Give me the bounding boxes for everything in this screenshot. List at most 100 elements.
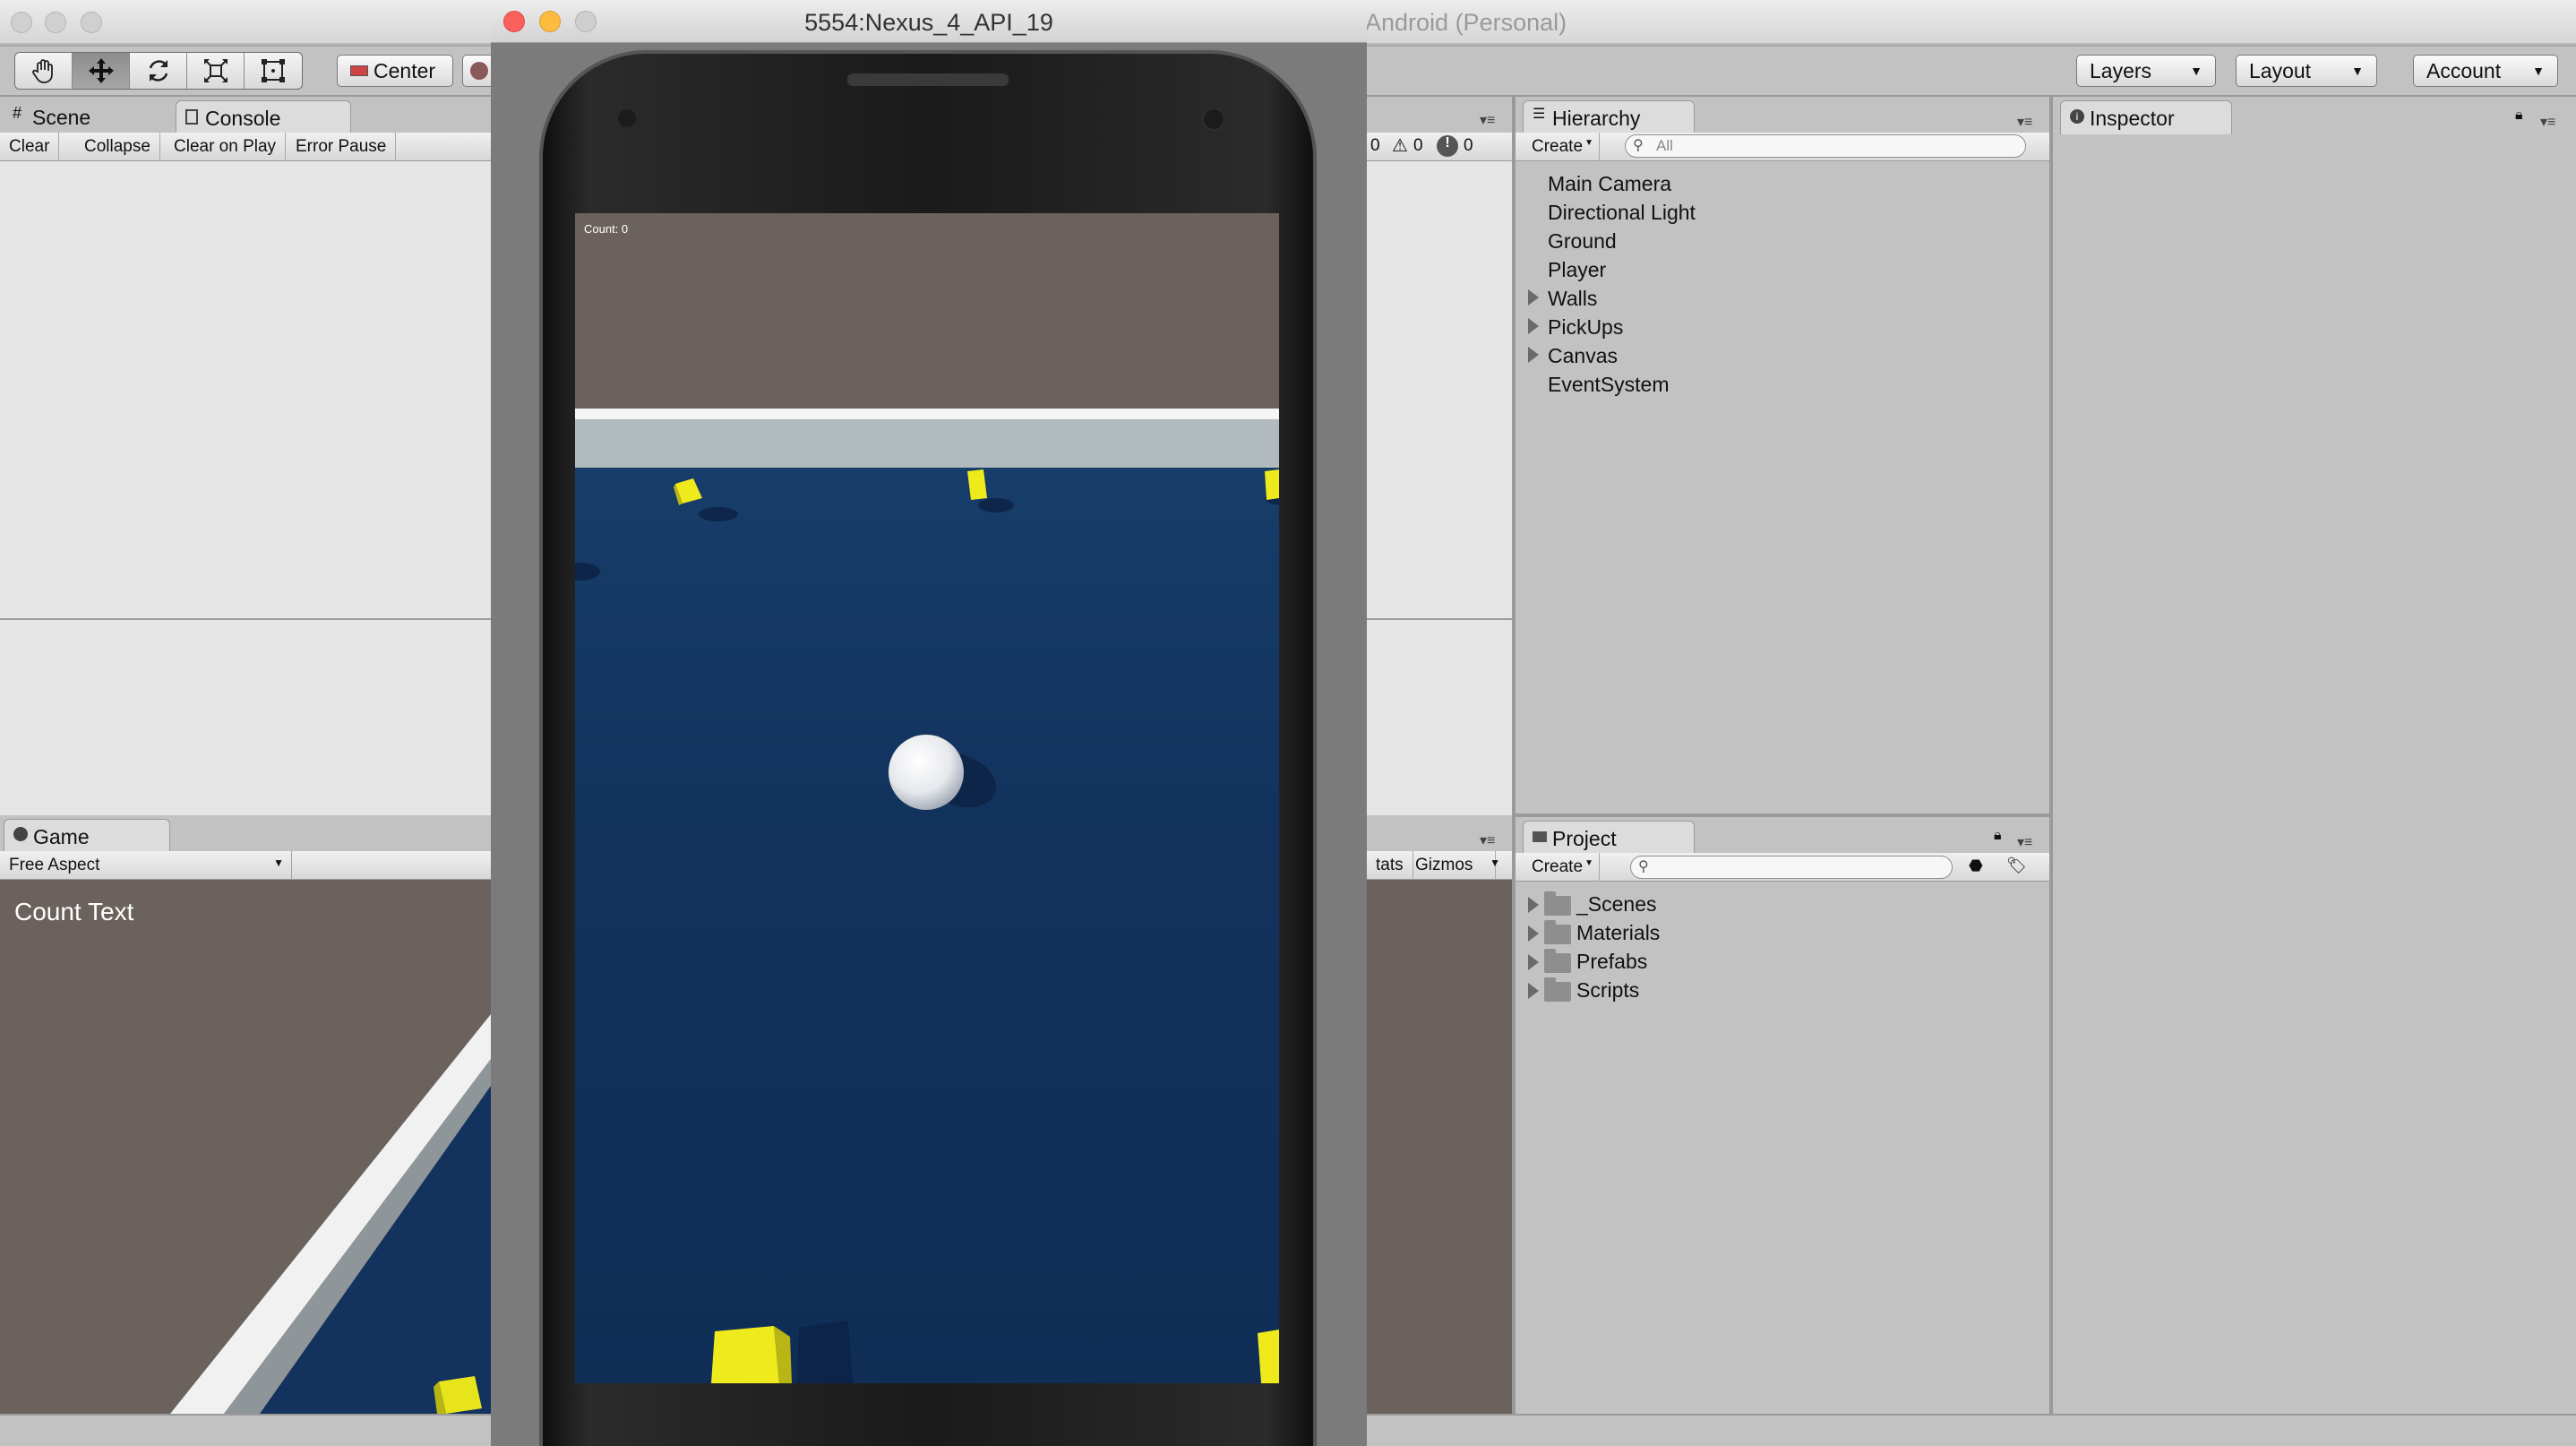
project-search-input[interactable]: ⚲ [1630, 856, 1953, 879]
hierarchy-item[interactable]: Walls [1548, 287, 1597, 311]
warning-icon: ⚠ [1392, 136, 1408, 156]
console-panel-right [1367, 99, 1512, 817]
move-arrows-icon [88, 58, 114, 83]
game-view[interactable]: Count Text [0, 880, 491, 1414]
hierarchy-item[interactable]: Main Camera [1548, 172, 1671, 196]
account-dropdown[interactable]: Account ▼ [2413, 55, 2558, 87]
aspect-dropdown[interactable]: Free Aspect ▼ [0, 851, 292, 880]
zoom-button-icon[interactable] [575, 11, 597, 32]
folder-tab-icon [1533, 831, 1547, 842]
gizmos-dropdown[interactable]: Gizmos ▼ [1406, 851, 1500, 880]
aspect-label: Free Aspect [9, 856, 100, 874]
game-tabbar-right: ▾≡ [1367, 815, 1512, 853]
close-dot-icon[interactable] [11, 12, 32, 33]
grid-icon: # [13, 104, 22, 122]
phone-speaker [847, 73, 1009, 86]
project-create-button[interactable]: Create ▼ [1523, 853, 1600, 882]
layout-dropdown[interactable]: Layout ▼ [2236, 55, 2377, 87]
hierarchy-item[interactable]: Canvas [1548, 344, 1618, 368]
layers-label: Layers [2090, 58, 2152, 82]
tab-inspector[interactable]: i Inspector [2060, 100, 2232, 134]
phone-camera-icon [1202, 108, 1225, 131]
rotate-tool-button[interactable] [130, 53, 187, 89]
search-placeholder: All [1656, 137, 1673, 154]
project-folder[interactable]: Prefabs [1576, 950, 1647, 974]
rect-tool-button[interactable] [245, 53, 302, 89]
zoom-dot-icon[interactable] [81, 12, 102, 33]
info-count: 0 [1370, 136, 1380, 155]
layers-dropdown[interactable]: Layers ▼ [2076, 55, 2216, 87]
expand-arrow-icon[interactable] [1528, 318, 1539, 334]
create-label: Create [1532, 137, 1584, 156]
folder-icon [1544, 891, 1571, 916]
expand-arrow-icon[interactable] [1528, 983, 1539, 999]
clear-button[interactable]: Clear [0, 133, 60, 161]
expand-arrow-icon[interactable] [1528, 925, 1539, 942]
list-icon: ☰ [1533, 107, 1546, 122]
expand-arrow-icon[interactable] [1528, 289, 1539, 306]
console-counters: 0 ⚠ 0 ! 0 [1367, 133, 1512, 161]
clear-on-play-button[interactable]: Clear on Play [165, 133, 287, 161]
scale-tool-button[interactable] [187, 53, 245, 89]
dropdown-arrow-icon: ▼ [1584, 858, 1593, 868]
panel-splitter[interactable] [2049, 97, 2053, 1414]
panel-splitter[interactable] [1512, 97, 1516, 1414]
hierarchy-item[interactable]: Ground [1548, 229, 1617, 254]
pickup-cube [711, 1326, 779, 1383]
panel-menu-icon[interactable]: ▾≡ [1480, 831, 1495, 849]
globe-icon [470, 62, 488, 80]
phone-screen-game[interactable]: Count: 0 [575, 213, 1279, 1383]
move-tool-button[interactable] [73, 53, 130, 89]
lock-icon[interactable]: 🔒︎ [2515, 108, 2523, 124]
tab-scene[interactable]: # Scene [4, 100, 170, 134]
tab-hierarchy-label: Hierarchy [1552, 107, 1641, 130]
minimize-button-icon[interactable] [539, 11, 561, 32]
game-toolbar-right: tats Gizmos ▼ [1367, 851, 1512, 880]
hierarchy-search-input[interactable]: ⚲ All [1625, 134, 2026, 158]
error-icon: ! [1437, 135, 1458, 157]
project-folder-list: _Scenes Materials Prefabs Scripts [1516, 887, 2049, 1012]
hierarchy-create-button[interactable]: Create ▼ [1523, 133, 1600, 161]
project-folder[interactable]: Materials [1576, 921, 1660, 945]
search-icon: ⚲ [1633, 138, 1644, 153]
tab-console[interactable]: Console [176, 100, 351, 134]
panel-menu-icon[interactable]: ▾≡ [2017, 113, 2032, 131]
hierarchy-item[interactable]: Directional Light [1548, 201, 1696, 225]
console-panel [0, 99, 491, 817]
project-folder[interactable]: Scripts [1576, 978, 1639, 1003]
pacman-icon [13, 827, 28, 841]
folder-icon [1544, 920, 1571, 944]
console-divider[interactable] [0, 618, 491, 620]
folder-icon [1544, 977, 1571, 1002]
close-button-icon[interactable] [503, 11, 525, 32]
game-objects [575, 469, 1279, 1383]
hierarchy-item[interactable]: Player [1548, 258, 1606, 282]
minimize-dot-icon[interactable] [45, 12, 66, 33]
filter-by-type-icon[interactable]: ⬣ [1969, 856, 1983, 875]
project-folder[interactable]: _Scenes [1576, 892, 1657, 917]
hand-tool-button[interactable] [15, 53, 73, 89]
panel-menu-icon[interactable]: ▾≡ [2540, 113, 2555, 131]
panel-menu-icon[interactable]: ▾≡ [2017, 833, 2032, 851]
filter-by-label-icon[interactable]: 🏷︎ [2006, 856, 2027, 875]
lock-icon[interactable]: 🔒︎ [1994, 828, 2002, 844]
pivot-center-button[interactable]: Center [337, 55, 453, 87]
hierarchy-item[interactable]: PickUps [1548, 315, 1623, 340]
tab-project[interactable]: Project [1523, 821, 1695, 855]
phone-sensor-icon [618, 109, 636, 127]
account-label: Account [2426, 58, 2502, 82]
expand-arrow-icon[interactable] [1528, 954, 1539, 970]
game-toolbar: Free Aspect ▼ [0, 851, 491, 880]
error-pause-button[interactable]: Error Pause [287, 133, 397, 161]
dropdown-arrow-icon: ▼ [1584, 138, 1593, 148]
collapse-button[interactable]: Collapse [75, 133, 160, 161]
expand-arrow-icon[interactable] [1528, 897, 1539, 913]
panel-splitter[interactable] [1516, 813, 2049, 817]
window-title: Android (Personal) [1365, 9, 1567, 36]
tab-game[interactable]: Game [4, 819, 170, 853]
hierarchy-item[interactable]: EventSystem [1548, 373, 1670, 397]
panel-menu-icon[interactable]: ▾≡ [1480, 111, 1495, 129]
rotate-icon [149, 60, 167, 82]
tab-hierarchy[interactable]: ☰ Hierarchy [1523, 100, 1695, 134]
expand-arrow-icon[interactable] [1528, 347, 1539, 363]
